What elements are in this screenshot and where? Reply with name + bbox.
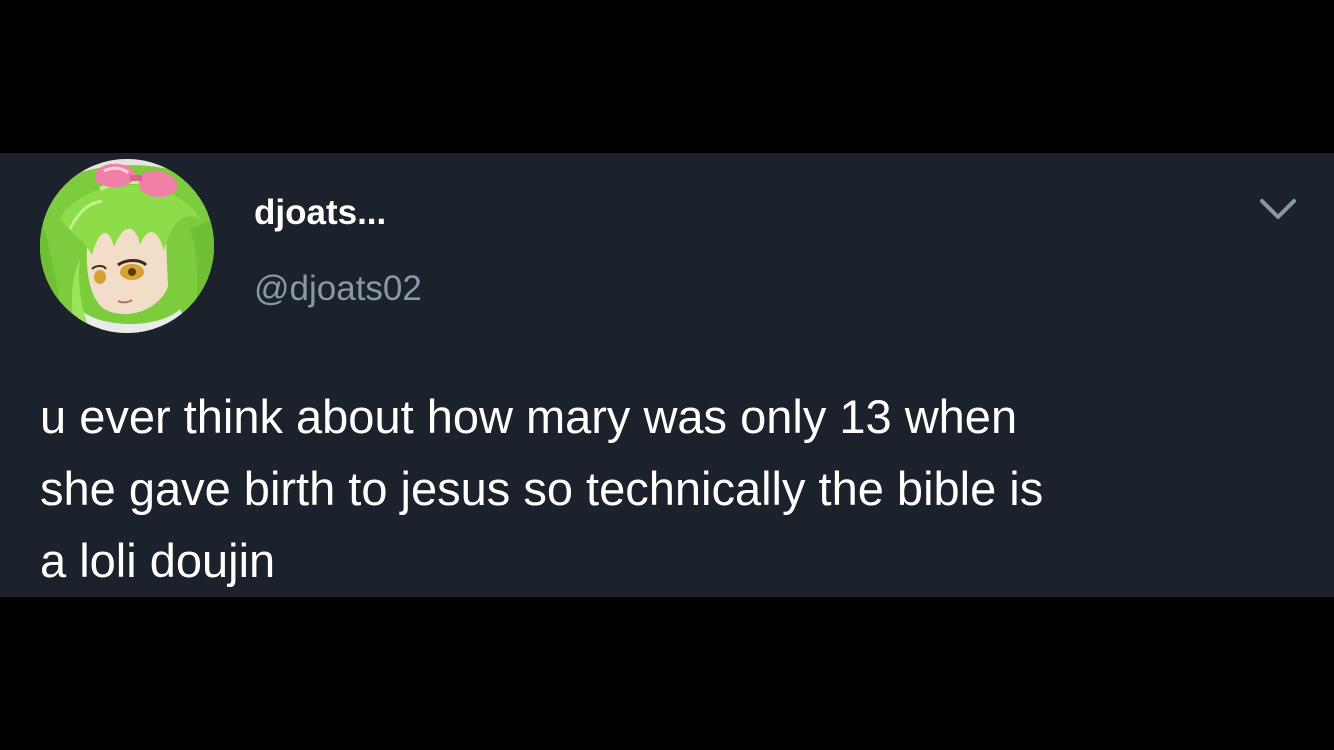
screenshot-frame: djoats... @djoats02 u ever think about h…: [0, 0, 1334, 750]
anime-avatar-icon: [40, 159, 214, 333]
username-handle[interactable]: @djoats02: [254, 267, 422, 311]
tweet-text: u ever think about how mary was only 13 …: [40, 390, 1044, 587]
display-name[interactable]: djoats...: [254, 191, 386, 235]
tweet-card[interactable]: djoats... @djoats02 u ever think about h…: [0, 153, 1334, 597]
chevron-down-icon[interactable]: [1258, 191, 1298, 225]
avatar[interactable]: [40, 159, 214, 333]
